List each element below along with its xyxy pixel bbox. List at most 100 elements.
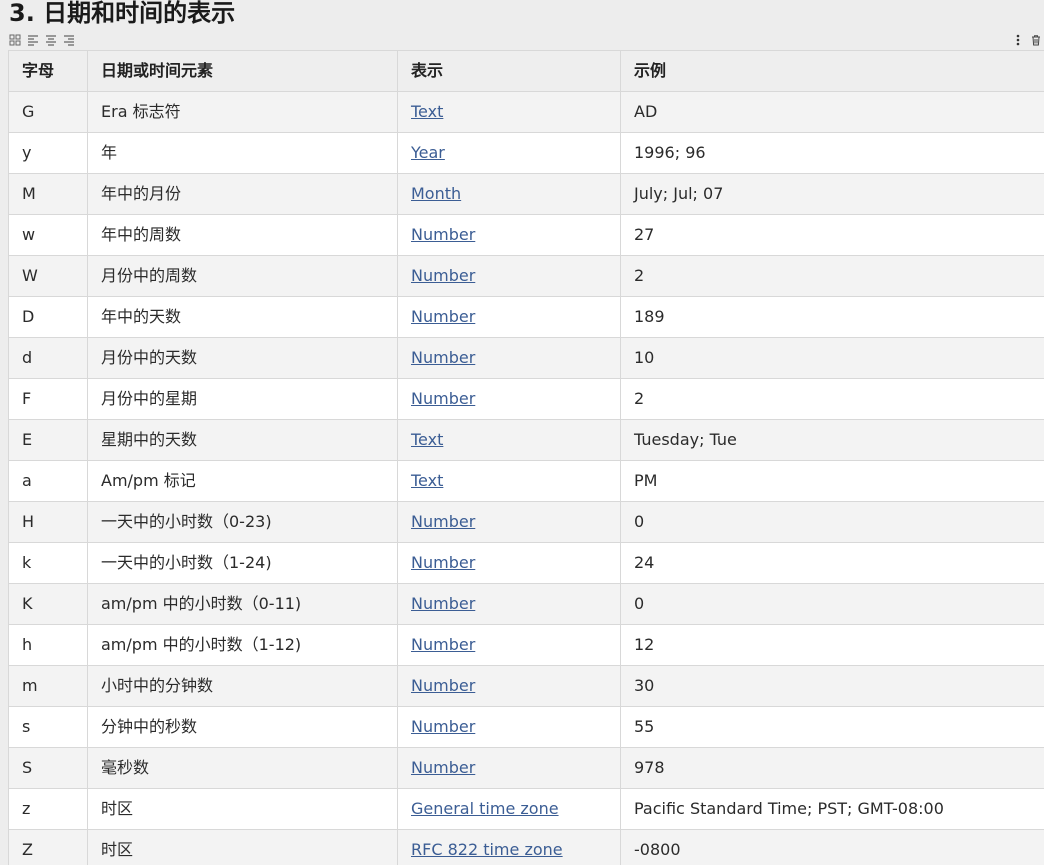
cell-example: Tuesday; Tue [620, 419, 1044, 461]
cell-letter: M [8, 173, 88, 215]
align-center-icon[interactable] [45, 31, 57, 46]
representation-link[interactable]: Number [411, 225, 475, 244]
cell-element: 月份中的周数 [87, 255, 398, 297]
representation-link[interactable]: Month [411, 184, 461, 203]
cell-letter: w [8, 214, 88, 256]
cell-element: 一天中的小时数（1-24) [87, 542, 398, 584]
table-row: m 小时中的分钟数 Number 30 [8, 665, 1044, 707]
cell-example: 27 [620, 214, 1044, 256]
cell-representation: Number [397, 747, 621, 789]
cell-representation: Number [397, 378, 621, 420]
table-row: D 年中的天数 Number 189 [8, 296, 1044, 338]
cell-example: 189 [620, 296, 1044, 338]
page-title: 3. 日期和时间的表示 [9, 0, 236, 27]
cell-example: Pacific Standard Time; PST; GMT-08:00 [620, 788, 1044, 830]
cell-representation: Text [397, 419, 621, 461]
cell-example: 55 [620, 706, 1044, 748]
table-row: d 月份中的天数 Number 10 [8, 337, 1044, 379]
representation-link[interactable]: Text [411, 430, 443, 449]
cell-letter: m [8, 665, 88, 707]
cell-letter: K [8, 583, 88, 625]
representation-link[interactable]: Number [411, 553, 475, 572]
date-time-format-table: 字母 日期或时间元素 表示 示例 G Era 标志符 Text AD y 年 Year 199… [8, 50, 1044, 865]
block-actions [1012, 29, 1042, 46]
representation-link[interactable]: Year [411, 143, 445, 162]
cell-example: 0 [620, 583, 1044, 625]
representation-link[interactable]: General time zone [411, 799, 559, 818]
cell-example: 1996; 96 [620, 132, 1044, 174]
align-left-icon[interactable] [27, 31, 39, 46]
cell-letter: Z [8, 829, 88, 865]
col-header-representation: 表示 [397, 50, 621, 92]
cell-representation: Number [397, 583, 621, 625]
cell-element: am/pm 中的小时数（0-11) [87, 583, 398, 625]
cell-representation: Number [397, 624, 621, 666]
delete-icon[interactable] [1030, 31, 1042, 46]
cell-example: 10 [620, 337, 1044, 379]
representation-link[interactable]: Number [411, 594, 475, 613]
representation-link[interactable]: Number [411, 758, 475, 777]
cell-letter: D [8, 296, 88, 338]
cell-example: 978 [620, 747, 1044, 789]
cell-element: 年 [87, 132, 398, 174]
table-body: G Era 标志符 Text AD y 年 Year 1996; 96 M 年中的月份 Month J… [8, 91, 1044, 865]
cell-element: 月份中的天数 [87, 337, 398, 379]
cell-representation: Number [397, 665, 621, 707]
table-row: G Era 标志符 Text AD [8, 91, 1044, 133]
cell-representation: Number [397, 337, 621, 379]
cell-letter: F [8, 378, 88, 420]
block-toolbar [9, 29, 75, 46]
cell-element: 年中的周数 [87, 214, 398, 256]
table-row: k 一天中的小时数（1-24) Number 24 [8, 542, 1044, 584]
cell-element: am/pm 中的小时数（1-12) [87, 624, 398, 666]
cell-example: -0800 [620, 829, 1044, 865]
representation-link[interactable]: Number [411, 348, 475, 367]
cell-example: 12 [620, 624, 1044, 666]
representation-link[interactable]: Number [411, 676, 475, 695]
grid-icon[interactable] [9, 31, 21, 46]
cell-element: 时区 [87, 829, 398, 865]
cell-element: 毫秒数 [87, 747, 398, 789]
table-row: Kam/pm 中的小时数（0-11) Number 0 [8, 583, 1044, 625]
table-row: S 毫秒数 Number 978 [8, 747, 1044, 789]
cell-example: July; Jul; 07 [620, 173, 1044, 215]
align-right-icon[interactable] [63, 31, 75, 46]
cell-letter: H [8, 501, 88, 543]
cell-example: PM [620, 460, 1044, 502]
cell-element: 年中的月份 [87, 173, 398, 215]
cell-example: 0 [620, 501, 1044, 543]
representation-link[interactable]: Number [411, 389, 475, 408]
cell-example: 30 [620, 665, 1044, 707]
cell-letter: s [8, 706, 88, 748]
representation-link[interactable]: Text [411, 102, 443, 121]
more-vertical-icon[interactable] [1012, 31, 1024, 46]
representation-link[interactable]: Number [411, 717, 475, 736]
cell-letter: z [8, 788, 88, 830]
representation-link[interactable]: Text [411, 471, 443, 490]
col-header-element: 日期或时间元素 [87, 50, 398, 92]
cell-representation: Month [397, 173, 621, 215]
table-row: Z 时区 RFC 822 time zone -0800 [8, 829, 1044, 865]
representation-link[interactable]: Number [411, 307, 475, 326]
cell-representation: Year [397, 132, 621, 174]
cell-letter: S [8, 747, 88, 789]
representation-link[interactable]: RFC 822 time zone [411, 840, 563, 859]
cell-letter: W [8, 255, 88, 297]
cell-representation: Number [397, 501, 621, 543]
cell-element: 分钟中的秒数 [87, 706, 398, 748]
representation-link[interactable]: Number [411, 266, 475, 285]
table-row: h am/pm 中的小时数（1-12) Number 12 [8, 624, 1044, 666]
cell-example: 2 [620, 378, 1044, 420]
cell-letter: h [8, 624, 88, 666]
col-header-example: 示例 [620, 50, 1044, 92]
cell-letter: d [8, 337, 88, 379]
cell-representation: Text [397, 460, 621, 502]
cell-letter: E [8, 419, 88, 461]
cell-example: 2 [620, 255, 1044, 297]
representation-link[interactable]: Number [411, 512, 475, 531]
table-row: w 年中的周数 Number 27 [8, 214, 1044, 256]
table-row: y 年 Year 1996; 96 [8, 132, 1044, 174]
representation-link[interactable]: Number [411, 635, 475, 654]
table-row: H 一天中的小时数（0-23) Number 0 [8, 501, 1044, 543]
table-row: s 分钟中的秒数 Number 55 [8, 706, 1044, 748]
